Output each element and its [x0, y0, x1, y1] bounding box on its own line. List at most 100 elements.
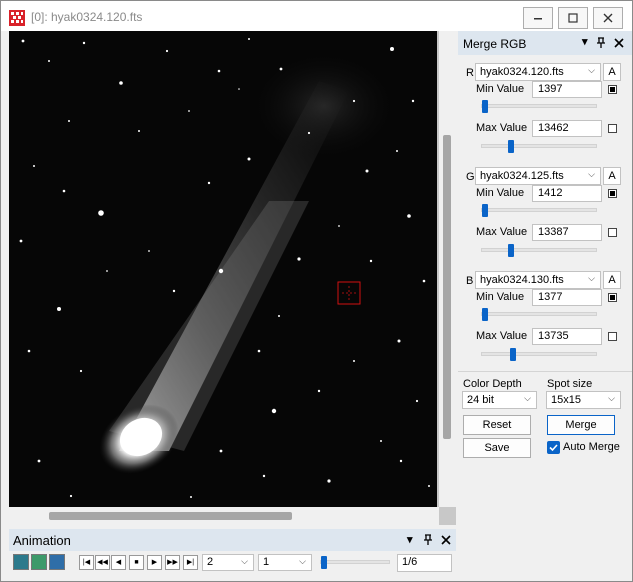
chevron-down-icon: ⌵ — [241, 556, 248, 566]
slider-thumb[interactable] — [482, 308, 488, 321]
channel-g-max-input[interactable]: 13387 — [532, 224, 602, 241]
chevron-down-icon: ⌵ — [588, 65, 595, 75]
slider-thumb[interactable] — [510, 348, 516, 361]
channel-r-max-slider[interactable] — [481, 140, 597, 153]
astro-image-canvas — [9, 31, 437, 507]
speed-value: 2 — [207, 556, 214, 568]
chevron-down-icon: ⌵ — [608, 393, 615, 403]
separator — [458, 371, 632, 372]
chevron-down-icon: ⌵ — [299, 556, 306, 566]
channel-g-max-slider[interactable] — [481, 244, 597, 257]
channel-r-min-label: Min Value — [476, 83, 525, 95]
channel-r-max-checkbox[interactable] — [608, 124, 617, 133]
channel-b-min-slider[interactable] — [481, 308, 597, 321]
step-value: 1 — [263, 556, 270, 568]
comet-image[interactable] — [9, 31, 437, 507]
frame-slider[interactable] — [320, 556, 390, 569]
channel-g-letter: G — [466, 171, 475, 183]
channel-r-max-input[interactable]: 13462 — [532, 120, 602, 137]
spot-size-label: Spot size — [547, 378, 593, 390]
checkmark-icon — [549, 444, 558, 452]
last-frame-icon[interactable]: ▶| — [183, 555, 198, 570]
vertical-scroll-thumb[interactable] — [443, 135, 451, 439]
speed-dropdown[interactable]: 2 ⌵ — [202, 554, 254, 571]
channel-g-min-checkbox[interactable] — [608, 189, 617, 198]
channel-b-min-input[interactable]: 1377 — [532, 289, 602, 306]
slider-thumb[interactable] — [508, 140, 514, 153]
channel-g-min-slider[interactable] — [481, 204, 597, 217]
slider-thumb[interactable] — [508, 244, 514, 257]
animation-panel: Animation ▾ |◀ ◀◀ ◀ ■ ▶ ▶▶ ▶| 2 ⌵ 1 ⌵ 1/… — [9, 529, 456, 581]
window-title: [0]: hyak0324.120.fts — [31, 10, 143, 24]
panel-close-icon[interactable] — [614, 38, 624, 48]
channel-r-file-dropdown[interactable]: hyak0324.120.fts ⌵ — [475, 63, 601, 81]
channel-r-auto-button[interactable]: A — [603, 63, 621, 81]
close-icon — [603, 13, 613, 23]
channel-g-min-label: Min Value — [476, 187, 525, 199]
channel-b-max-input[interactable]: 13735 — [532, 328, 602, 345]
channel-g-min-input[interactable]: 1412 — [532, 185, 602, 202]
image-viewport[interactable] — [9, 31, 456, 525]
merge-button[interactable]: Merge — [547, 415, 615, 435]
channel-r-max-label: Max Value — [476, 122, 528, 134]
channel-r-file-value: hyak0324.120.fts — [480, 66, 564, 78]
channel-b-max-label: Max Value — [476, 330, 528, 342]
channel-r-letter: R — [466, 67, 474, 79]
save-button[interactable]: Save — [463, 438, 531, 458]
channel-b-file-dropdown[interactable]: hyak0324.130.fts ⌵ — [475, 271, 601, 289]
pin-icon[interactable] — [423, 534, 433, 546]
frame-counter: 1/6 — [397, 554, 452, 572]
panel-close-icon[interactable] — [441, 535, 451, 545]
merge-rgb-panel: Merge RGB ▾ R hyak0324.120.fts ⌵ A Min V… — [458, 31, 632, 581]
step-dropdown[interactable]: 1 ⌵ — [258, 554, 312, 571]
channel-r-min-slider[interactable] — [481, 100, 597, 113]
horizontal-scroll-thumb[interactable] — [49, 512, 292, 520]
maximize-button[interactable] — [558, 7, 588, 29]
channel-g-auto-button[interactable]: A — [603, 167, 621, 185]
vertical-scrollbar[interactable] — [439, 31, 456, 507]
reset-button[interactable]: Reset — [463, 415, 531, 435]
panel-menu-icon[interactable]: ▾ — [407, 533, 413, 546]
slider-thumb[interactable] — [321, 556, 327, 569]
fast-forward-icon[interactable]: ▶▶ — [165, 555, 180, 570]
chevron-down-icon: ⌵ — [588, 169, 595, 179]
channel-g-max-checkbox[interactable] — [608, 228, 617, 237]
auto-merge-checkbox[interactable] — [547, 441, 560, 454]
panel-title: Merge RGB — [463, 37, 527, 51]
pin-icon[interactable] — [596, 37, 606, 49]
channel-b-file-value: hyak0324.130.fts — [480, 274, 564, 286]
play-icon[interactable]: ▶ — [147, 555, 162, 570]
channel-r-min-checkbox[interactable] — [608, 85, 617, 94]
first-frame-icon[interactable]: |◀ — [79, 555, 94, 570]
step-back-icon[interactable]: ◀ — [111, 555, 126, 570]
channel-b-min-checkbox[interactable] — [608, 293, 617, 302]
auto-merge-label: Auto Merge — [563, 441, 620, 453]
app-logo-icon — [9, 10, 25, 26]
chevron-down-icon: ⌵ — [524, 393, 531, 403]
color-depth-dropdown[interactable]: 24 bit ⌵ — [462, 391, 537, 409]
color-depth-value: 24 bit — [467, 394, 494, 406]
title-bar: [0]: hyak0324.120.fts — [1, 1, 632, 31]
channel-b-auto-button[interactable]: A — [603, 271, 621, 289]
image-mode-3-icon[interactable] — [49, 554, 65, 570]
channel-g-file-dropdown[interactable]: hyak0324.125.fts ⌵ — [475, 167, 601, 185]
channel-b-max-checkbox[interactable] — [608, 332, 617, 341]
channel-b-min-label: Min Value — [476, 291, 525, 303]
image-mode-2-icon[interactable] — [31, 554, 47, 570]
rewind-icon[interactable]: ◀◀ — [95, 555, 110, 570]
stop-icon[interactable]: ■ — [129, 555, 144, 570]
channel-b-letter: B — [466, 275, 474, 287]
horizontal-scrollbar[interactable] — [9, 507, 439, 525]
panel-menu-icon[interactable]: ▾ — [582, 35, 588, 48]
animation-title: Animation — [13, 533, 71, 548]
maximize-icon — [568, 13, 578, 23]
image-mode-1-icon[interactable] — [13, 554, 29, 570]
close-button[interactable] — [593, 7, 623, 29]
channel-b-max-slider[interactable] — [481, 348, 597, 361]
slider-thumb[interactable] — [482, 100, 488, 113]
channel-r-min-input[interactable]: 1397 — [532, 81, 602, 98]
minimize-icon — [534, 18, 542, 20]
minimize-button[interactable] — [523, 7, 553, 29]
spot-size-dropdown[interactable]: 15x15 ⌵ — [546, 391, 621, 409]
slider-thumb[interactable] — [482, 204, 488, 217]
